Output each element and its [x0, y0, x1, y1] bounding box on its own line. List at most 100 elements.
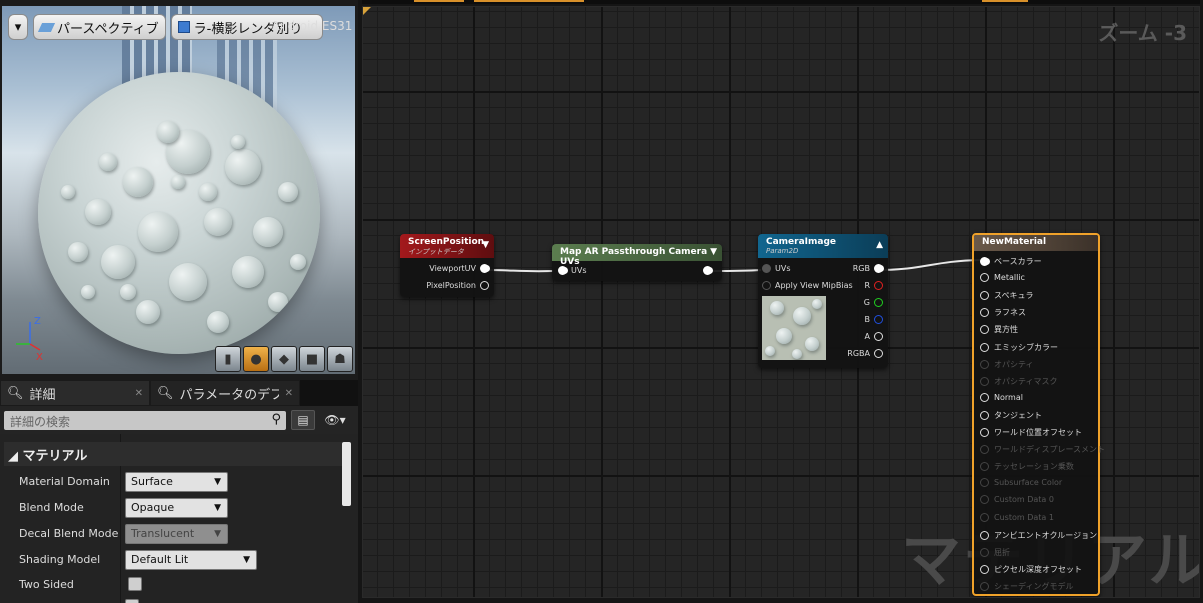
material-input-pin[interactable]: スペキュラ — [980, 290, 1033, 301]
input-pin[interactable]: UVs — [762, 264, 791, 273]
screen-position-node[interactable]: ScreenPosition インプットデータ ▼ ViewportUV Pix… — [400, 234, 494, 297]
collapse-arrow-icon[interactable]: ▼ — [482, 240, 489, 250]
close-icon[interactable]: ✕ — [135, 388, 143, 399]
pin-icon — [980, 512, 989, 522]
material-input-pin[interactable]: ピクセル深度オフセット — [980, 564, 1082, 575]
pin-label: ピクセル深度オフセット — [994, 564, 1082, 574]
material-input-pin[interactable]: Normal — [980, 392, 1023, 402]
material-input-pin[interactable]: オパシティマスク — [980, 376, 1058, 387]
pin-label: 異方性 — [994, 325, 1018, 335]
material-domain-dropdown[interactable]: Surface ▼ — [125, 472, 228, 492]
pin-icon — [980, 564, 989, 574]
node-title: ScreenPosition — [408, 237, 485, 247]
bubble-decoration — [253, 217, 283, 247]
scrollbar[interactable] — [342, 442, 351, 506]
material-input-pin[interactable]: テッセレーション乗数 — [980, 461, 1074, 472]
shading-model-dropdown[interactable]: Default Lit ▼ — [125, 550, 257, 570]
property-label: Two Sided — [19, 578, 74, 591]
pin-icon — [980, 291, 989, 301]
collapse-arrow-icon[interactable]: ▼ — [710, 247, 717, 257]
wire-rgb-to-basecolor — [878, 259, 981, 271]
pin-icon — [980, 257, 989, 266]
cube-preview-button[interactable]: ■ — [299, 346, 325, 372]
map-ar-passthrough-node[interactable]: Map AR Passthrough Camera UVs ▼ UVs — [552, 244, 722, 281]
sphere-preview-button[interactable]: ● — [243, 346, 269, 372]
property-row: Shading Model Default Lit ▼ — [4, 548, 342, 572]
mesh-preview-button[interactable]: ☗ — [327, 346, 353, 372]
node-subtitle: インプットデータ — [408, 248, 464, 256]
property-matrix-button[interactable]: ▤ — [291, 410, 315, 430]
material-input-pin[interactable]: Custom Data 0 — [980, 495, 1054, 505]
output-pin[interactable]: RGBA — [847, 349, 883, 358]
material-input-pin[interactable]: アンビエントオクルージョン — [980, 530, 1097, 541]
category-header[interactable]: ◢ マテリアル — [4, 442, 342, 466]
viewport-toolbar: ▾ パースペクティブ ラ-横影レンダ別り Android ES31 — [8, 14, 352, 40]
material-input-pin[interactable]: オパシティ — [980, 359, 1034, 370]
collapse-arrow-icon[interactable]: ▲ — [876, 240, 883, 250]
output-pin[interactable]: RGB — [853, 264, 883, 273]
bubble-decoration — [157, 121, 179, 143]
output-pin[interactable]: ViewportUV — [429, 264, 489, 273]
perspective-button[interactable]: パースペクティブ — [33, 14, 166, 40]
texture-thumbnail — [762, 296, 826, 360]
output-pin[interactable]: G — [864, 298, 883, 307]
bubble-decoration — [765, 346, 775, 356]
view-options-button[interactable]: 👁︎▾ — [320, 410, 350, 430]
output-pin[interactable]: R — [864, 281, 883, 290]
magnifier-icon: ⚲ — [271, 411, 281, 427]
eye-icon: 👁︎▾ — [324, 413, 346, 427]
output-pin[interactable]: PixelPosition — [426, 281, 489, 290]
property-label: Shading Model — [19, 553, 101, 566]
platform-label: Android ES31 — [271, 19, 353, 33]
view-mode-button[interactable]: ラ-横影レンダ別り Android ES31 — [170, 14, 352, 40]
bubble-decoration — [207, 311, 229, 333]
material-input-pin[interactable]: 異方性 — [980, 324, 1018, 335]
pin-icon — [980, 325, 989, 335]
camera-image-node[interactable]: CameraImage Param2D ▲ UVs Apply View Mip… — [758, 234, 888, 368]
details-search-input[interactable]: 詳細の検索 ⚲ — [4, 410, 286, 430]
material-graph[interactable]: ズーム -3 マテリアル ScreenPosition インプットデータ ▼ V… — [362, 6, 1200, 598]
two-sided-checkbox[interactable] — [128, 577, 142, 591]
pin-icon — [980, 428, 989, 437]
material-input-pin[interactable]: ワールドディスプレースメント — [980, 444, 1105, 455]
material-input-pin[interactable]: Subsurface Color — [980, 478, 1062, 488]
close-icon[interactable]: ✕ — [285, 388, 293, 399]
new-material-node[interactable]: NewMaterial ベースカラー Metallic スペキュラ ラフネス 異方性 エミ… — [972, 233, 1105, 596]
output-pin[interactable]: B — [865, 315, 883, 324]
output-pin[interactable] — [703, 266, 712, 275]
material-input-pin[interactable]: Custom Data 1 — [980, 512, 1054, 522]
material-input-pin[interactable]: エミッシブカラー — [980, 342, 1058, 353]
material-input-pin[interactable]: ラフネス — [980, 307, 1026, 318]
plane-preview-button[interactable]: ◆ — [271, 346, 297, 372]
material-input-pin[interactable]: シェーディングモデル — [980, 581, 1073, 592]
next-checkbox[interactable] — [125, 599, 139, 603]
preview-viewport[interactable]: ▾ パースペクティブ ラ-横影レンダ別り Android ES31 Z X ▮ … — [2, 6, 355, 374]
viewport-options-button[interactable]: ▾ — [8, 14, 28, 40]
blend-mode-dropdown[interactable]: Opaque ▼ — [125, 498, 228, 518]
bubble-decoration — [68, 242, 88, 262]
pin-label: ViewportUV — [429, 264, 476, 273]
input-pin[interactable]: UVs — [558, 266, 587, 275]
material-input-pin[interactable]: Metallic — [980, 273, 1025, 283]
material-input-pin[interactable]: 屈折 — [980, 547, 1010, 558]
material-input-pin[interactable]: タンジェント — [980, 410, 1042, 421]
tab-parameter-defaults[interactable]: 🔍︎ パラメータのデフォル ✕ — [150, 380, 300, 406]
pin-icon — [874, 349, 883, 358]
input-pin[interactable]: Apply View MipBias — [762, 281, 853, 290]
bubble-decoration — [169, 263, 207, 301]
node-header: CameraImage Param2D ▲ — [758, 234, 888, 258]
material-input-pin[interactable]: ワールド位置オフセット — [980, 427, 1082, 438]
pin-icon — [980, 410, 989, 420]
lit-cube-icon — [177, 21, 190, 33]
cylinder-preview-button[interactable]: ▮ — [215, 346, 241, 372]
bubble-decoration — [171, 175, 185, 189]
tab-label: パラメータのデフォル — [179, 387, 279, 403]
material-input-pin[interactable]: ベースカラー — [980, 256, 1042, 267]
pin-label: ワールド位置オフセット — [994, 428, 1082, 437]
tab-details[interactable]: 🔍︎ 詳細 ✕ — [0, 380, 150, 406]
bubble-decoration — [268, 292, 288, 312]
preview-shape-toolbar: ▮ ● ◆ ■ ☗ — [215, 346, 353, 372]
left-panel: ▾ パースペクティブ ラ-横影レンダ別り Android ES31 Z X ▮ … — [0, 0, 358, 603]
bubble-decoration — [138, 212, 178, 252]
output-pin[interactable]: A — [865, 332, 883, 341]
